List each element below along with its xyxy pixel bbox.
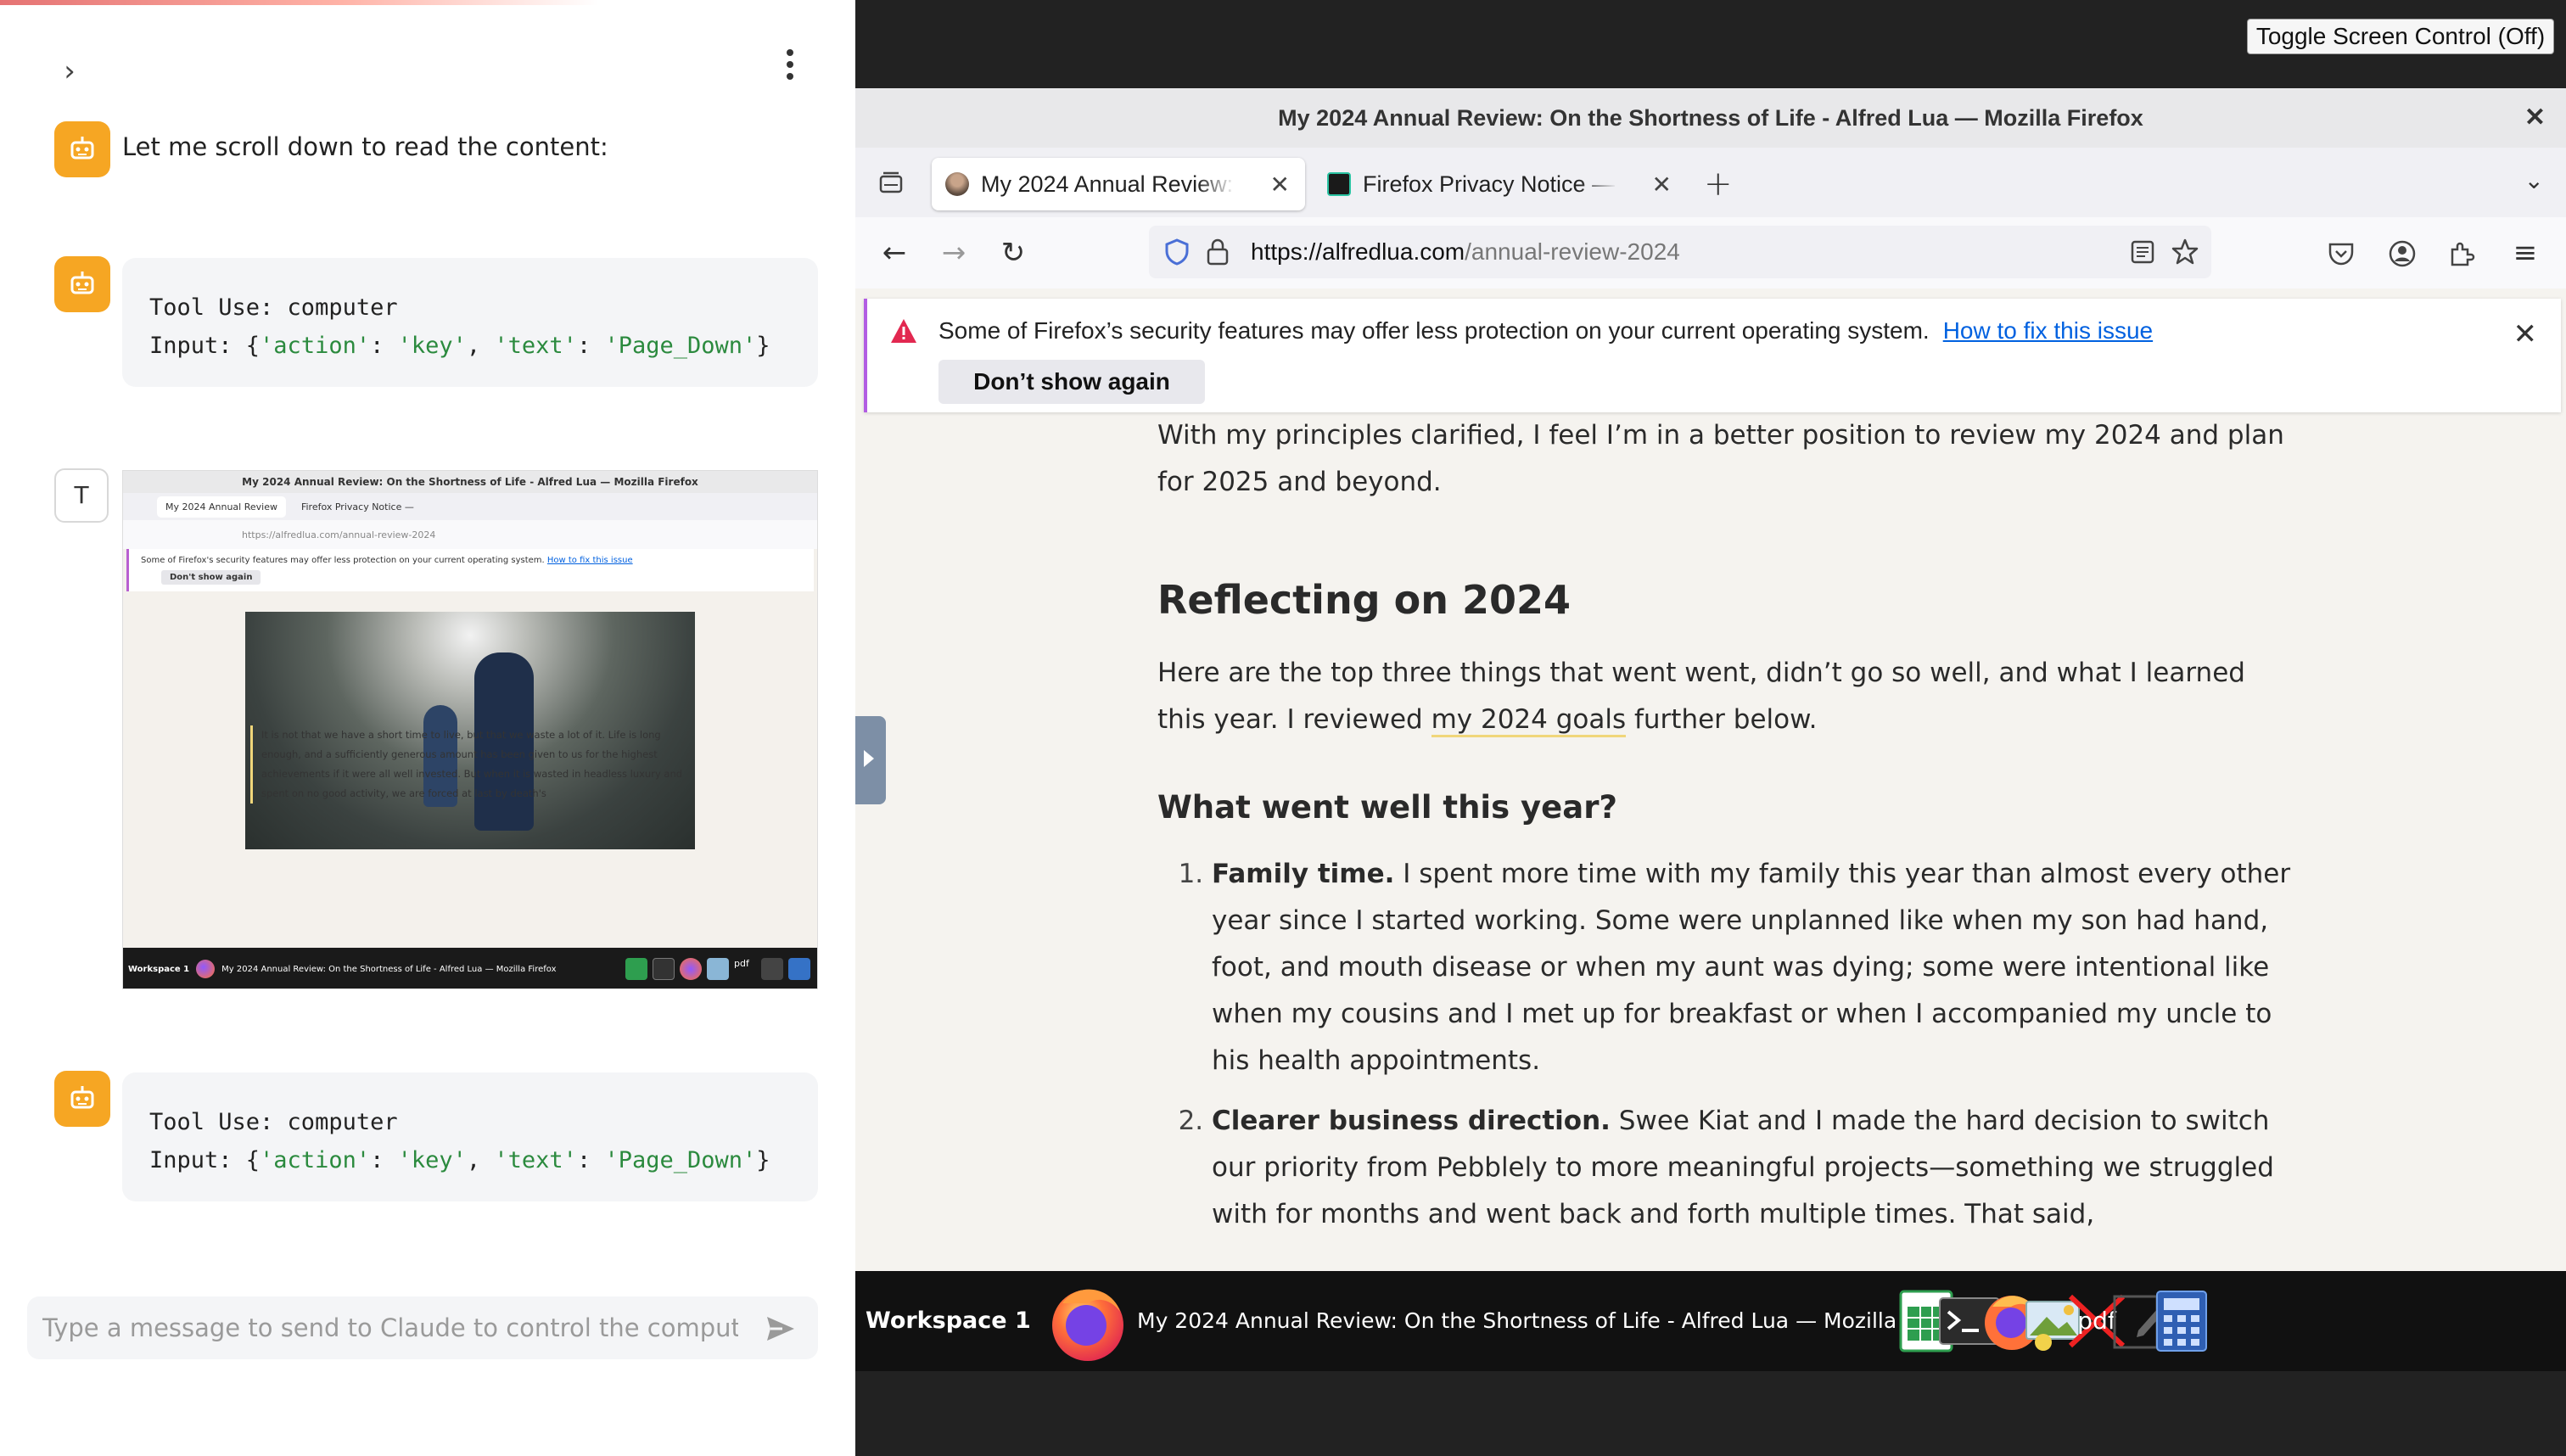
thumbnail-tabs: My 2024 Annual Review Firefox Privacy No… [123, 493, 817, 520]
assistant-avatar [54, 256, 110, 312]
progress-bar [0, 0, 855, 5]
calculator-icon[interactable] [2147, 1286, 2216, 1356]
window-titlebar: My 2024 Annual Review: On the Shortness … [855, 88, 2566, 148]
assistant-message: Let me scroll down to read the content: [122, 132, 608, 161]
list-item: Family time. I spent more time with my f… [1212, 851, 2294, 1084]
subsection-heading: What went well this year? [1157, 789, 1617, 826]
forward-arrow-icon[interactable]: → [937, 236, 971, 270]
robot-icon [70, 1086, 94, 1109]
bookmark-star-icon[interactable] [2171, 238, 2199, 266]
chevron-right-icon: › [64, 54, 76, 88]
calculator-icon [788, 958, 810, 980]
desktop-taskbar: Workspace 1 My 2024 Annual Review: On th… [855, 1271, 2566, 1371]
account-icon[interactable] [2388, 239, 2417, 268]
mozilla-favicon-icon [1327, 172, 1351, 196]
url-text: https://alfredlua.com/annual-review-2024 [1251, 238, 1680, 265]
editor-icon [761, 958, 783, 980]
robot-icon [70, 137, 94, 160]
thumbnail-quote: It is not that we have a short time to l… [250, 725, 692, 804]
back-arrow-icon[interactable]: ← [877, 236, 911, 270]
firefox-view-icon[interactable] [874, 166, 908, 200]
address-bar[interactable]: https://alfredlua.com/annual-review-2024 [1149, 226, 2211, 278]
security-notification-bar: Some of Firefox’s security features may … [864, 299, 2561, 412]
pdf-icon: pdf [734, 958, 749, 969]
terminal-icon [653, 958, 675, 980]
goals-link[interactable]: my 2024 goals [1431, 704, 1627, 737]
thumbnail-url: https://alfredlua.com/annual-review-2024 [123, 520, 817, 549]
window-title: My 2024 Annual Review: On the Shortness … [1278, 105, 2143, 131]
reader-view-icon[interactable] [2130, 239, 2155, 265]
send-icon [767, 1317, 794, 1341]
hamburger-menu-icon[interactable]: ≡ [2508, 236, 2542, 270]
user-avatar: T [54, 468, 109, 523]
more-options-button[interactable] [769, 44, 811, 87]
firefox-window: My 2024 Annual Review: On the Shortness … [855, 88, 2566, 1271]
sidebar-handle[interactable] [855, 716, 886, 804]
thumbnail-warning: Some of Firefox's security features may … [126, 549, 814, 591]
navigation-toolbar: ← → ↻ https://alfredlua.com/annual-revie… [855, 217, 2566, 288]
spreadsheet-icon [625, 958, 647, 980]
reload-icon[interactable]: ↻ [996, 236, 1030, 270]
list-item: Clearer business direction. Swee Kiat an… [1212, 1098, 2294, 1238]
extensions-puzzle-icon[interactable] [2447, 239, 2476, 268]
window-close-button[interactable]: ✕ [2524, 88, 2546, 148]
profile-favicon-icon [945, 172, 969, 196]
screenshot-thumbnail[interactable]: My 2024 Annual Review: On the Shortness … [122, 470, 818, 989]
new-tab-plus-icon[interactable]: + [1704, 165, 1733, 204]
article-content: With my principles clarified, I feel I’m… [1157, 412, 2294, 1252]
tab-close-icon[interactable]: ✕ [1270, 171, 1290, 199]
expand-arrow-icon [864, 750, 874, 767]
article-paragraph: Here are the top three things that went … [1157, 650, 2294, 743]
tracking-shield-icon[interactable] [1163, 238, 1191, 266]
warning-icon [891, 319, 916, 343]
robot-icon [70, 272, 94, 294]
message-composer [27, 1296, 818, 1359]
tool-use-block: Tool Use: computer Input: {'action': 'ke… [122, 1072, 818, 1201]
tool-use-block: Tool Use: computer Input: {'action': 'ke… [122, 258, 818, 387]
list-all-tabs-chevron-icon[interactable]: ⌄ [2524, 166, 2544, 194]
tab-annual-review[interactable]: My 2024 Annual Review: On the Shortness … [932, 158, 1305, 210]
toggle-screen-control-button[interactable]: Toggle Screen Control (Off) [2247, 19, 2554, 54]
image-viewer-icon [707, 958, 729, 980]
notification-close-icon[interactable]: ✕ [2513, 317, 2538, 351]
kebab-dot-icon [787, 49, 793, 56]
remote-desktop: Toggle Screen Control (Off) My 2024 Annu… [855, 0, 2566, 1456]
how-to-fix-link[interactable]: How to fix this issue [1943, 317, 2153, 344]
article-paragraph: With my principles clarified, I feel I’m… [1157, 420, 2284, 497]
taskbar-window-title[interactable]: My 2024 Annual Review: On the Shortness … [1137, 1271, 1974, 1371]
assistant-avatar [54, 1071, 110, 1127]
thumbnail-taskbar: Workspace 1 My 2024 Annual Review: On th… [123, 948, 817, 988]
pocket-icon[interactable] [2327, 239, 2356, 268]
tab-privacy-notice[interactable]: Firefox Privacy Notice — Mozilla ✕ [1314, 158, 1687, 210]
message-input[interactable] [42, 1296, 738, 1359]
expand-sidebar-button[interactable]: › [51, 53, 88, 90]
firefox-icon [680, 958, 702, 980]
thumbnail-title: My 2024 Annual Review: On the Shortness … [123, 471, 817, 493]
tab-bar: My 2024 Annual Review: On the Shortness … [855, 148, 2566, 217]
firefox-icon[interactable] [1044, 1278, 1132, 1366]
lock-icon[interactable] [1205, 238, 1230, 266]
workspace-label[interactable]: Workspace 1 [866, 1271, 1031, 1371]
chat-panel: › Let me scroll down to read the content… [0, 0, 855, 1456]
dont-show-again-button[interactable]: Don’t show again [938, 360, 1205, 404]
send-button[interactable] [762, 1310, 799, 1347]
tab-close-icon[interactable]: ✕ [1652, 171, 1672, 199]
notification-message: Some of Firefox’s security features may … [938, 317, 2154, 344]
firefox-icon [196, 960, 216, 978]
went-well-list: Family time. I spent more time with my f… [1157, 851, 2294, 1238]
section-heading: Reflecting on 2024 [1157, 577, 1572, 623]
assistant-avatar [54, 121, 110, 177]
